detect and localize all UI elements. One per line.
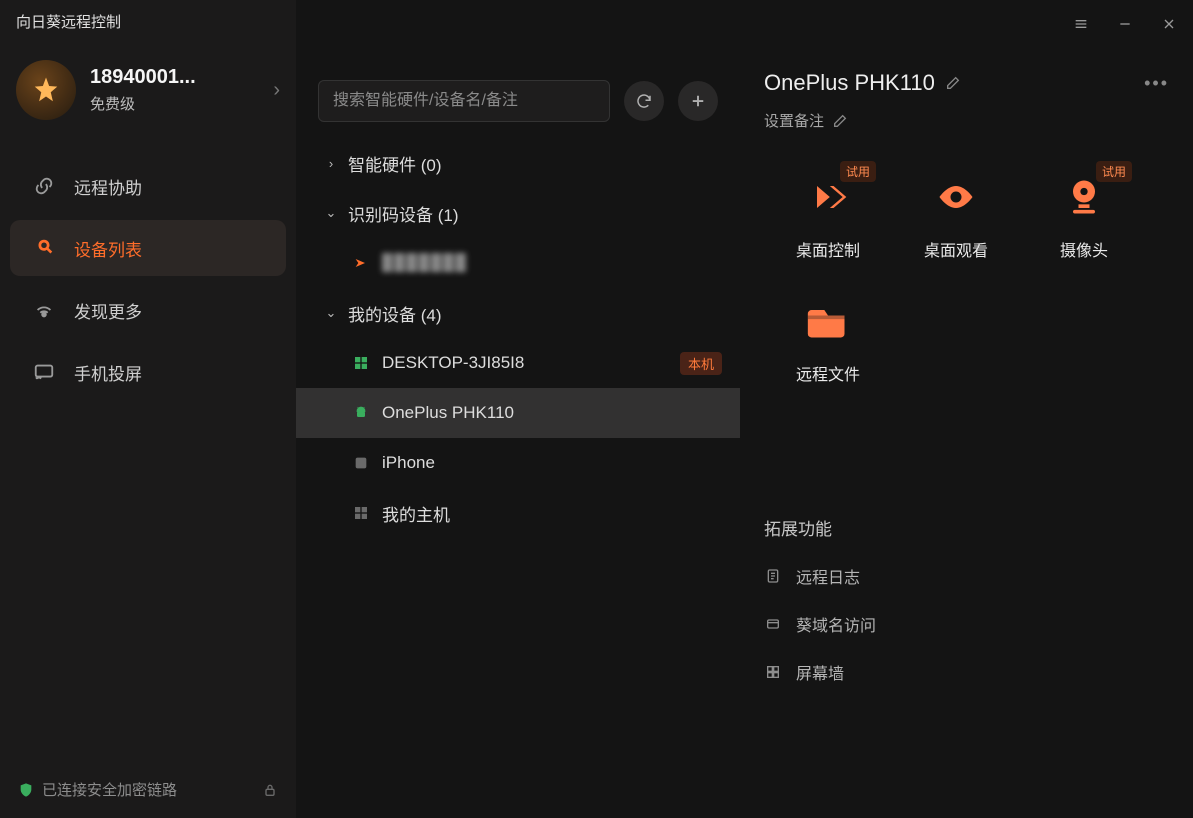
action-control[interactable]: 试用桌面控制 xyxy=(764,173,892,261)
trial-badge: 试用 xyxy=(840,161,876,182)
more-icon[interactable]: ••• xyxy=(1144,73,1169,94)
account-tier: 免费级 xyxy=(90,93,273,114)
search-input[interactable] xyxy=(318,80,610,122)
trial-badge: 试用 xyxy=(1096,161,1132,182)
local-badge: 本机 xyxy=(680,352,722,375)
search-input-wrapper xyxy=(318,80,610,122)
cast-icon xyxy=(32,360,56,384)
menu-button[interactable] xyxy=(1071,14,1091,34)
android-icon xyxy=(352,404,370,422)
account-id: 18940001... xyxy=(90,66,273,89)
extra-grid[interactable]: 屏幕墙 xyxy=(764,660,1169,684)
nav-discover[interactable]: 发现更多 xyxy=(10,282,286,338)
action-folder[interactable]: 远程文件 xyxy=(764,297,892,385)
group-label: 识别码设备 (1) xyxy=(348,201,459,226)
device-row[interactable]: DESKTOP-3JI85I8 本机 xyxy=(296,338,740,388)
nav-device-list[interactable]: 设备列表 xyxy=(10,220,286,276)
eye-icon xyxy=(932,173,980,221)
group-header[interactable]: › 智能硬件 (0) xyxy=(296,138,740,188)
device-row[interactable]: iPhone xyxy=(296,438,740,488)
nav-label: 远程协助 xyxy=(74,174,142,199)
apple-icon xyxy=(352,454,370,472)
action-eye[interactable]: 桌面观看 xyxy=(892,173,1020,261)
add-button[interactable] xyxy=(678,81,718,121)
extra-log[interactable]: 远程日志 xyxy=(764,564,1169,588)
log-icon xyxy=(764,567,782,585)
device-row[interactable]: ███████ xyxy=(296,238,740,288)
group-label: 智能硬件 (0) xyxy=(348,151,442,176)
device-row[interactable]: OnePlus PHK110 xyxy=(296,388,740,438)
domain-icon xyxy=(764,615,782,633)
chevron-icon: ⌄ xyxy=(324,305,338,321)
chevron-right-icon: › xyxy=(273,79,280,102)
action-label: 桌面控制 xyxy=(796,237,860,261)
grid-icon xyxy=(764,663,782,681)
device-row[interactable]: 我的主机 xyxy=(296,488,740,538)
avatar xyxy=(16,60,76,120)
group-header[interactable]: ⌄ 识别码设备 (1) xyxy=(296,188,740,238)
shield-icon xyxy=(18,782,34,798)
account-block[interactable]: 18940001... 免费级 › xyxy=(0,42,296,148)
nav-label: 手机投屏 xyxy=(74,360,142,385)
chevron-icon: ⌄ xyxy=(324,205,338,221)
group-header[interactable]: ⌄ 我的设备 (4) xyxy=(296,288,740,338)
radar-icon xyxy=(32,298,56,322)
nav-remote-assist[interactable]: 远程协助 xyxy=(10,158,286,214)
link-icon xyxy=(32,174,56,198)
action-label: 摄像头 xyxy=(1060,237,1108,261)
folder-icon xyxy=(804,297,852,345)
device-name: DESKTOP-3JI85I8 xyxy=(382,353,674,373)
extra-label: 屏幕墙 xyxy=(796,660,844,684)
extra-label: 葵域名访问 xyxy=(796,612,876,636)
connection-status: 已连接安全加密链路 xyxy=(42,779,177,800)
sun-icon xyxy=(32,236,56,260)
windows-icon xyxy=(352,354,370,372)
nav-label: 设备列表 xyxy=(74,236,142,261)
nav-label: 发现更多 xyxy=(74,298,142,323)
windows-grey-icon xyxy=(352,504,370,522)
device-name: OnePlus PHK110 xyxy=(382,403,722,423)
group-label: 我的设备 (4) xyxy=(348,301,442,326)
extras-title: 拓展功能 xyxy=(764,515,1169,540)
device-name: ███████ xyxy=(382,253,722,273)
extra-domain[interactable]: 葵域名访问 xyxy=(764,612,1169,636)
extra-label: 远程日志 xyxy=(796,564,860,588)
edit-icon[interactable] xyxy=(945,75,961,91)
sunlogin-icon xyxy=(352,254,370,272)
close-button[interactable] xyxy=(1159,14,1179,34)
minimize-button[interactable] xyxy=(1115,14,1135,34)
device-name: 我的主机 xyxy=(382,501,722,526)
device-name: iPhone xyxy=(382,453,722,473)
app-title: 向日葵远程控制 xyxy=(0,0,296,42)
lock-icon[interactable] xyxy=(262,782,278,798)
action-label: 桌面观看 xyxy=(924,237,988,261)
refresh-button[interactable] xyxy=(624,81,664,121)
detail-subtitle[interactable]: 设置备注 xyxy=(764,110,824,131)
action-camera[interactable]: 试用摄像头 xyxy=(1020,173,1148,261)
action-label: 远程文件 xyxy=(796,361,860,385)
edit-icon[interactable] xyxy=(832,113,848,129)
detail-title: OnePlus PHK110 xyxy=(764,70,935,96)
nav-phone-cast[interactable]: 手机投屏 xyxy=(10,344,286,400)
chevron-icon: › xyxy=(324,156,338,171)
